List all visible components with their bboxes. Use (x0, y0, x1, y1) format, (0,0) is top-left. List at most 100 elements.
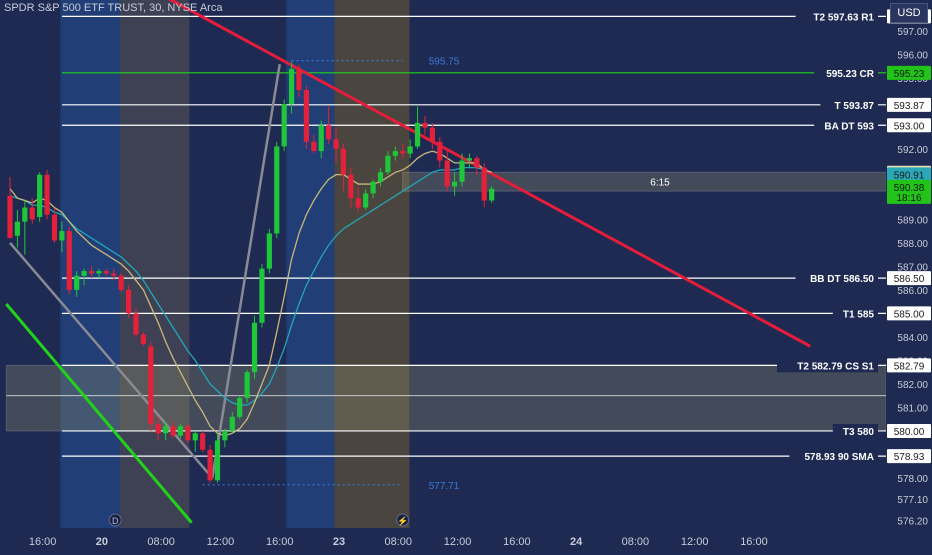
price-badge-label: 578.93 (894, 452, 925, 463)
level-label: 578.93 90 SMA (805, 452, 875, 463)
price-badge-label: 585.00 (894, 309, 925, 320)
price-tick-label: 596.00 (897, 51, 928, 62)
candle-body (22, 207, 28, 222)
candle-body (74, 275, 80, 290)
time-tick-label: 08:00 (385, 536, 413, 548)
candle-body (266, 233, 272, 269)
candle-body (222, 430, 228, 441)
candle-body (185, 426, 191, 441)
time-tick-label: 23 (333, 536, 345, 548)
candle-body (392, 151, 398, 156)
candle-body (452, 181, 458, 187)
dotted-level-label: 595.75 (429, 57, 460, 68)
time-tick-label: 12:00 (444, 536, 472, 548)
zone-box (402, 171, 886, 192)
time-tick-label: 20 (96, 536, 108, 548)
candle-body (444, 160, 450, 187)
currency-button[interactable]: USD (890, 3, 928, 23)
candle-body (259, 268, 265, 323)
candle-body (244, 372, 250, 399)
time-tick-label: 08:00 (147, 536, 175, 548)
time-tick-label: 16:00 (29, 536, 57, 548)
candle-body (229, 416, 235, 431)
candle-body (296, 68, 302, 90)
candle-body (281, 104, 287, 147)
price-badge-label: 593.87 (894, 101, 925, 112)
candle-body (340, 148, 347, 175)
candle-body (355, 198, 361, 208)
candle-body (177, 426, 184, 436)
candle-body (96, 271, 102, 274)
level-label: T2 597.63 R1 (813, 12, 874, 23)
price-tick-label: 597.00 (897, 27, 928, 38)
zone-label: 6:15 (650, 178, 670, 189)
candle-body (459, 160, 465, 182)
candle-body (377, 172, 384, 182)
candle-body (140, 334, 146, 344)
candle-body (148, 346, 154, 424)
price-tick-label: 589.00 (897, 215, 928, 226)
candle-body (348, 174, 354, 199)
level-label: T1 585 (843, 309, 875, 320)
candle-body (200, 433, 206, 450)
candle-body (125, 289, 132, 314)
candle-body (118, 275, 124, 290)
price-badge-label: 595.23 (894, 69, 925, 80)
candle-body (163, 426, 169, 434)
candle-body (303, 90, 309, 142)
candle-body (481, 167, 487, 201)
candle-body (311, 141, 317, 152)
time-tick-label: 16:00 (740, 536, 768, 548)
candle-body (170, 426, 176, 436)
time-tick-label: 08:00 (622, 536, 650, 548)
price-badge-label: 580.00 (894, 427, 925, 438)
symbol-title: SPDR S&P 500 ETF TRUST, 30, NYSE Arca (4, 2, 223, 14)
price-tick-label: 581.00 (897, 403, 928, 414)
price-tick-label: 582.00 (897, 380, 928, 391)
candle-body (133, 313, 139, 335)
candle-body (251, 322, 258, 373)
candle-body (437, 141, 443, 161)
zone-box (5, 364, 886, 432)
candle-body (326, 125, 332, 140)
candle-body (155, 423, 161, 434)
candle-body (111, 273, 117, 276)
candle-body (103, 271, 109, 274)
time-tick-label: 12:00 (207, 536, 235, 548)
event-marker-label: ⚡ (397, 515, 408, 527)
price-tick-label: 584.00 (897, 333, 928, 344)
time-tick-label: 16:00 (503, 536, 531, 548)
level-label: BB DT 586.50 (810, 274, 874, 285)
candle-body (274, 146, 280, 234)
candle-body (207, 449, 213, 481)
chart-root[interactable]: 6:15 T2 597.63 R1 595.23 CR T 593.87 BA DT 5… (0, 0, 932, 550)
event-marker-label: D (112, 516, 119, 526)
price-tick-label: 578.00 (897, 474, 928, 485)
candle-body (14, 221, 21, 236)
candle-body (7, 195, 13, 239)
price-tick-label: 576.20 (897, 516, 928, 527)
level-label: T3 580 (843, 427, 875, 438)
candle-body (363, 193, 369, 208)
plot-area: 6:15 T2 597.63 R1 595.23 CR T 593.87 BA DT 5… (0, 0, 886, 528)
price-badge-label: 590.91 (894, 170, 925, 181)
time-tick-label: 16:00 (266, 536, 294, 548)
candle-body (214, 440, 221, 481)
level-label: 595.23 CR (826, 69, 875, 80)
candle-body (37, 174, 43, 217)
candle-body (370, 181, 376, 194)
candle-body (318, 125, 324, 152)
price-tick-label: 586.00 (897, 286, 928, 297)
candle-body (333, 139, 339, 149)
candlestick-chart[interactable]: 6:15 T2 597.63 R1 595.23 CR T 593.87 BA DT 5… (0, 0, 932, 550)
candle-body (385, 155, 391, 173)
price-tick-label: 592.00 (897, 145, 928, 156)
candle-body (400, 151, 406, 154)
price-tick-label: 577.10 (897, 495, 928, 506)
candle-body (81, 271, 87, 276)
candle-body (51, 214, 58, 241)
dotted-level-label: 577.71 (429, 481, 460, 492)
level-label: T2 582.79 CS S1 (797, 361, 874, 372)
candle-body (88, 271, 95, 274)
candle-body (489, 188, 495, 201)
